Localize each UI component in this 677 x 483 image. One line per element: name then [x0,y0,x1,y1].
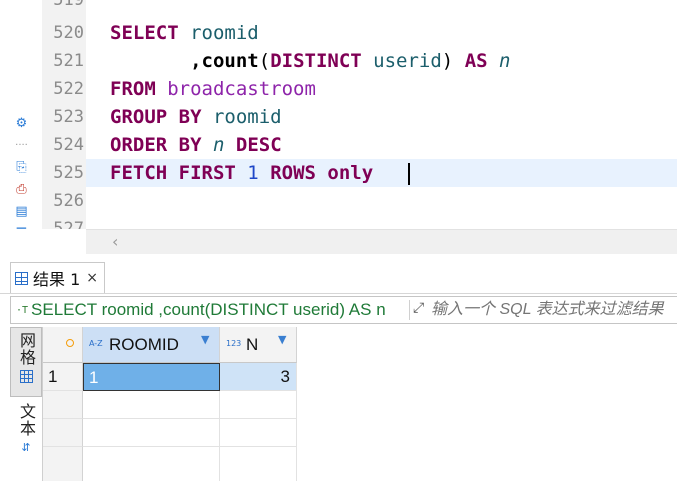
line-number: 521 [53,51,84,71]
keyword: AS [464,50,488,72]
function-name: count [201,50,259,72]
close-icon[interactable]: × [86,270,98,286]
row-number-header[interactable] [43,327,83,363]
tab-result-1[interactable]: 结果 1 × [10,262,106,293]
type-icon: 123 [226,339,242,348]
code-line: SELECT roomid [110,19,259,47]
chevron-left-icon[interactable]: ‹ [112,232,118,251]
sql-text-icon: ·T [16,304,29,316]
code-area[interactable]: SELECT roomid ,count(DISTINCT userid) AS… [86,0,677,229]
punctuation: ( [258,50,271,72]
sql-preview-text: SELECT roomid ,count(DISTINCT userid) AS… [31,300,386,319]
gear-icon[interactable]: ⚙ [13,115,30,132]
code-line: ORDER BY n DESC [110,131,282,159]
sql-file-icon[interactable]: ▤ [13,203,30,220]
keyword: ORDER BY [110,134,202,156]
line-number: 527 [53,219,84,229]
empty-row-number [43,391,83,419]
keyword: FETCH FIRST [110,162,236,184]
keyword: SELECT [110,22,179,44]
code-line: GROUP BY roomid [110,103,282,131]
editor-left-toolbar: ⚙ ···· ⎘ ⎙ ▤ ☰ [0,0,43,229]
dots-icon: ···· [15,140,28,151]
result-filter-bar: ·T SELECT roomid ,count(DISTINCT userid)… [10,296,677,324]
identifier: roomid [212,106,282,128]
line-number: 526 [53,191,84,211]
empty-row-number [43,419,83,447]
filter-sql-preview[interactable]: ·T SELECT roomid ,count(DISTINCT userid)… [11,297,408,323]
grid-view-label: 网格 [17,332,36,366]
empty-cell [220,419,297,447]
punctuation: , [190,50,202,72]
sql-editor[interactable]: ⚙ ···· ⎘ ⎙ ▤ ☰ 519 520 521 522 523 524 5… [0,0,677,229]
identifier: userid [373,50,442,72]
column-header-roomid[interactable]: A-Z ROOMID ▼ [83,327,220,363]
table-cell-n[interactable]: 3 [220,363,297,391]
line-number: 520 [53,23,84,43]
line-number: 522 [53,79,84,99]
punctuation: ) [441,50,454,72]
keyword: GROUP BY [110,106,202,128]
keyword: FROM [110,78,156,100]
table-name: broadcastroom [167,78,316,100]
table-cell-roomid[interactable]: 1 [83,363,220,391]
tab-grid-view[interactable]: 网格 [10,327,42,397]
outline-icon[interactable]: ☰ [13,225,30,229]
run-script-icon[interactable]: ⎘ [13,159,30,176]
tab-label: 结果 1 [33,270,81,289]
alias: n [212,134,225,156]
tab-text-view[interactable]: 文本 ⇵ [10,401,42,483]
sort-down-icon[interactable]: ▼ [201,333,209,346]
line-number: 524 [53,135,84,155]
run-file-icon[interactable]: ⎙ [13,181,30,198]
empty-row-number [43,447,83,481]
empty-cell [83,447,220,481]
alias: n [499,50,511,72]
grid-icon [19,370,33,383]
line-number-gutter: 519 520 521 522 523 524 525 526 527 [42,0,86,229]
line-number: 523 [53,107,84,127]
code-line: FETCH FIRST 1 ROWS only [110,159,373,187]
sort-down-icon[interactable]: ▼ [278,333,286,346]
column-name: ROOMID [109,335,179,354]
empty-cell [83,391,220,419]
keyword: DISTINCT [270,50,362,72]
code-line: ,count(DISTINCT userid) AS n [110,47,511,75]
text-view-label: 文本 [17,403,36,437]
number-literal: 1 [247,162,259,184]
horizontal-scrollbar[interactable]: ‹ [86,229,677,254]
result-grid: A-Z ROOMID ▼ 123 N ▼ 1 1 3 [43,327,677,481]
divider [409,300,410,320]
empty-cell [220,391,297,419]
result-tabbar: 结果 1 × [0,254,677,294]
expand-icon[interactable]: ⤢ [413,300,424,316]
empty-cell [220,447,297,481]
identifier: roomid [190,22,259,44]
grid-icon [15,271,28,285]
text-view-icon: ⇵ [21,441,31,454]
row-number[interactable]: 1 [43,363,83,391]
result-view-tabs: 网格 文本 ⇵ [10,327,43,481]
type-icon: A-Z [89,339,103,348]
code-line: FROM broadcastroom [110,75,316,103]
filter-input[interactable] [431,297,677,323]
empty-cell [83,419,220,447]
line-number: 519 [53,0,84,10]
status-dot-icon [66,339,74,347]
column-header-n[interactable]: 123 N ▼ [220,327,297,363]
keyword: ROWS only [270,162,374,184]
keyword: DESC [235,134,282,156]
column-name: N [246,335,259,354]
text-caret [408,163,410,185]
line-number: 525 [53,163,84,183]
